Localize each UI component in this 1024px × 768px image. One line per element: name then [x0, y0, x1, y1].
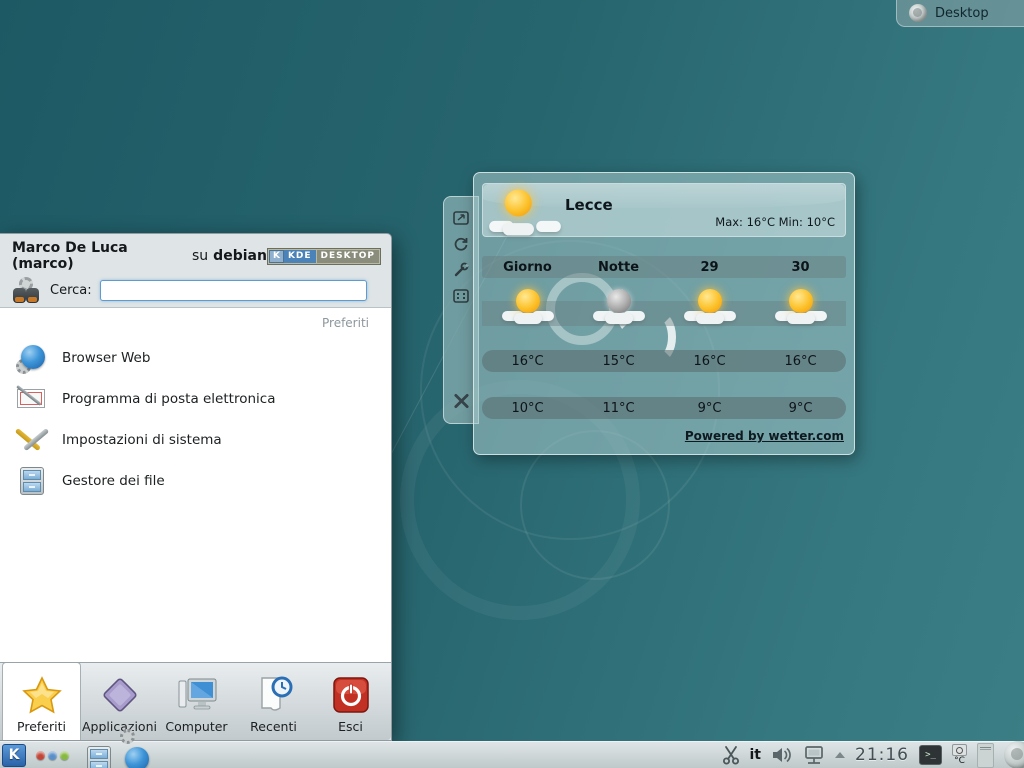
favorite-item-file-manager[interactable]: Gestore dei file — [0, 461, 391, 501]
system-tray: it 21:16 >_ °C — [722, 741, 1024, 768]
activity-pager[interactable] — [36, 751, 69, 760]
favorite-label: Programma di posta elettronica — [62, 391, 275, 407]
web-browser-taskbar-icon[interactable] — [120, 744, 143, 767]
high-temp: 15°C — [573, 354, 664, 369]
low-temp: 9°C — [664, 401, 755, 416]
low-temp: 10°C — [482, 401, 573, 416]
low-temp: 9°C — [755, 401, 846, 416]
kickoff-favorites-list: Preferiti Browser Web Programma di posta… — [0, 307, 391, 663]
bottom-panel: K it 21:16 >_ °C — [0, 741, 1024, 768]
weather-tray-label: °C — [954, 757, 965, 766]
web-browser-icon — [16, 342, 48, 374]
weather-high-temps-row: 16°C 15°C 16°C 16°C — [482, 350, 846, 372]
power-icon — [330, 674, 372, 716]
favorite-item-browser-web[interactable]: Browser Web — [0, 338, 391, 378]
terminal-taskbar-icon[interactable]: >_ — [919, 745, 942, 765]
sun-cloud-icon — [775, 287, 827, 327]
weather-city: Lecce — [565, 196, 613, 214]
kickoff-search-row: Cerca: — [12, 277, 381, 303]
hostname: debian — [213, 248, 267, 264]
current-weather-icon — [489, 187, 561, 239]
computer-icon — [176, 674, 218, 716]
weather-col-header: 30 — [755, 260, 846, 275]
kickoff-user-title: Marco De Luca (marco) su debian K KDE DE… — [12, 240, 381, 272]
moon-cloud-icon — [593, 287, 645, 327]
favorites-section-label: Preferiti — [322, 316, 369, 330]
tab-label: Recenti — [250, 719, 297, 734]
kickoff-header: Marco De Luca (marco) su debian K KDE DE… — [0, 234, 391, 307]
search-input[interactable] — [100, 280, 367, 301]
tab-recenti[interactable]: Recenti — [235, 663, 312, 740]
pager-dot-green[interactable] — [60, 751, 69, 760]
applications-icon — [99, 674, 141, 716]
desktop-toolbox-label: Desktop — [935, 6, 989, 21]
high-temp: 16°C — [664, 354, 755, 369]
maximize-icon[interactable] — [453, 287, 470, 304]
tab-applicazioni[interactable]: Applicazioni — [81, 663, 158, 740]
favorite-label: Browser Web — [62, 350, 150, 366]
plasma-cashew-icon[interactable] — [909, 4, 927, 22]
klipper-scissors-icon[interactable] — [722, 745, 740, 765]
tab-label: Esci — [338, 719, 363, 734]
search-label: Cerca: — [50, 283, 92, 298]
user-host-connector: su — [192, 248, 208, 264]
search-binoculars-icon — [12, 277, 42, 303]
weather-day-header-row: Giorno Notte 29 30 — [482, 256, 846, 278]
favorite-label: Gestore dei file — [62, 473, 165, 489]
favorite-item-email[interactable]: Programma di posta elettronica — [0, 379, 391, 419]
low-temp: 11°C — [573, 401, 664, 416]
tab-computer[interactable]: Computer — [158, 663, 235, 740]
weather-tray-icon[interactable]: °C — [952, 744, 967, 766]
weather-icons-row — [482, 281, 846, 327]
panel-mini-widget[interactable] — [977, 743, 994, 768]
tab-preferiti[interactable]: Preferiti — [2, 662, 81, 740]
kde-logo-icon: K — [269, 250, 284, 263]
kde-desktop-badge: K KDE DESKTOP — [267, 248, 381, 265]
weather-low-temps-row: 10°C 11°C 9°C 9°C — [482, 397, 846, 419]
desktop-toolbox[interactable]: Desktop — [896, 0, 1024, 27]
weather-col-header: Giorno — [482, 260, 573, 275]
kde-launcher-button[interactable]: K — [2, 744, 26, 767]
high-temp: 16°C — [755, 354, 846, 369]
weather-maxmin: Max: 16°C Min: 10°C — [715, 215, 835, 229]
pager-dot-red[interactable] — [36, 751, 45, 760]
kickoff-tab-bar: Preferiti Applicazioni Computer Recenti … — [0, 663, 391, 740]
tab-esci[interactable]: Esci — [312, 663, 389, 740]
panel-cashew-icon[interactable] — [1004, 741, 1024, 768]
keyboard-layout-indicator[interactable]: it — [750, 747, 762, 763]
weather-col-header: Notte — [573, 260, 664, 275]
wetter-credit-link[interactable]: Powered by wetter.com — [685, 429, 844, 443]
volume-icon[interactable] — [771, 746, 793, 764]
kickoff-menu: Marco De Luca (marco) su debian K KDE DE… — [0, 233, 392, 741]
email-icon — [16, 383, 48, 415]
pager-dot-blue[interactable] — [48, 751, 57, 760]
tab-label: Applicazioni — [82, 719, 157, 734]
weather-col-header: 29 — [664, 260, 755, 275]
tab-label: Preferiti — [17, 719, 66, 734]
weather-header: Lecce Max: 16°C Min: 10°C — [482, 183, 846, 237]
kde-badge-text: KDE — [284, 250, 316, 263]
file-manager-icon — [16, 465, 48, 497]
favorite-label: Impostazioni di sistema — [62, 432, 222, 448]
star-icon — [21, 674, 63, 716]
close-widget-icon[interactable] — [453, 392, 470, 409]
panel-clock[interactable]: 21:16 — [855, 745, 909, 765]
favorite-item-system-settings[interactable]: Impostazioni di sistema — [0, 420, 391, 460]
file-manager-taskbar-icon[interactable] — [83, 744, 106, 767]
desktop-badge-text: DESKTOP — [317, 250, 379, 263]
user-name: Marco De Luca (marco) — [12, 240, 187, 272]
weather-widget: Lecce Max: 16°C Min: 10°C Giorno Notte 2… — [473, 172, 855, 455]
high-temp: 16°C — [482, 354, 573, 369]
sun-cloud-icon — [502, 287, 554, 327]
sun-cloud-icon — [684, 287, 736, 327]
tray-expand-arrow[interactable] — [835, 752, 845, 758]
rotate-icon[interactable] — [453, 235, 470, 252]
system-settings-icon — [16, 424, 48, 456]
settings-wrench-icon[interactable] — [453, 261, 470, 278]
resize-icon[interactable] — [453, 209, 470, 226]
recent-documents-icon — [253, 674, 295, 716]
network-monitor-icon[interactable] — [803, 745, 825, 765]
tab-label: Computer — [165, 719, 227, 734]
